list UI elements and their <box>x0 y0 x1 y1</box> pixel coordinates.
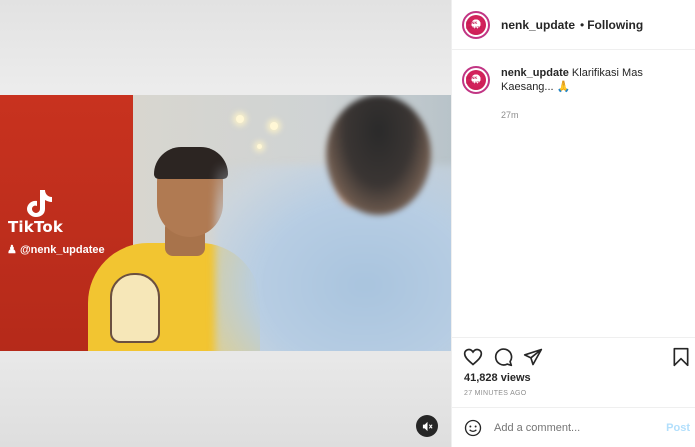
caption: NENK UPDATE nenk_update Klarifikasi Mas … <box>462 66 661 122</box>
save-icon <box>673 347 689 367</box>
tiktok-watermark: TikTok <box>8 188 78 236</box>
tiktok-handle: ♟ @nenk_updatee <box>7 243 105 256</box>
post-timestamp[interactable]: 27 MINUTES AGO <box>464 390 527 397</box>
post-comment-button[interactable]: Post <box>666 422 690 434</box>
tiktok-handle-text: @nenk_updatee <box>19 244 105 256</box>
comment-button[interactable] <box>493 347 513 367</box>
mute-button[interactable] <box>416 415 438 437</box>
follow-status-button[interactable]: Following <box>587 18 643 32</box>
share-icon <box>523 348 543 366</box>
media-panel: TikTok ♟ @nenk_updatee <box>0 0 451 447</box>
video-light <box>257 144 262 149</box>
caption-username[interactable]: nenk_update <box>501 67 569 79</box>
avatar-text: NENK UPDATE <box>466 75 483 85</box>
post-side-panel: NENK UPDATE nenk_update • Following NENK… <box>451 0 695 447</box>
comment-input[interactable] <box>494 421 654 434</box>
tiktok-icon <box>27 190 52 217</box>
post-actions: 41,828 views 27 MINUTES AGO <box>452 337 695 407</box>
caption-avatar[interactable]: NENK UPDATE <box>462 66 490 94</box>
caption-time[interactable]: 27m <box>501 108 661 122</box>
save-button[interactable] <box>671 347 691 367</box>
caption-body: nenk_update Klarifikasi Mas Kaesang... 🙏… <box>501 66 661 122</box>
video-light <box>270 122 278 130</box>
video-light <box>236 115 244 123</box>
tiktok-brand: TikTok <box>8 218 64 236</box>
like-icon <box>463 348 483 366</box>
header-username[interactable]: nenk_update <box>501 18 575 32</box>
avatar[interactable]: NENK UPDATE <box>462 10 490 39</box>
share-button[interactable] <box>523 347 543 367</box>
comment-icon <box>494 348 513 367</box>
like-button[interactable] <box>463 347 483 367</box>
add-comment-bar: Post <box>452 407 695 447</box>
video-foreground-head <box>326 95 431 215</box>
post-header: NENK UPDATE nenk_update • Following <box>452 0 695 50</box>
avatar-text: NENK UPDATE <box>466 19 483 30</box>
emoji-icon[interactable] <box>464 419 482 437</box>
video-shirt-print <box>110 273 160 343</box>
header-separator: • <box>580 17 585 32</box>
mute-icon <box>422 421 433 431</box>
view-count[interactable]: 41,828 views <box>464 372 531 384</box>
user-icon: ♟ <box>7 244 17 256</box>
